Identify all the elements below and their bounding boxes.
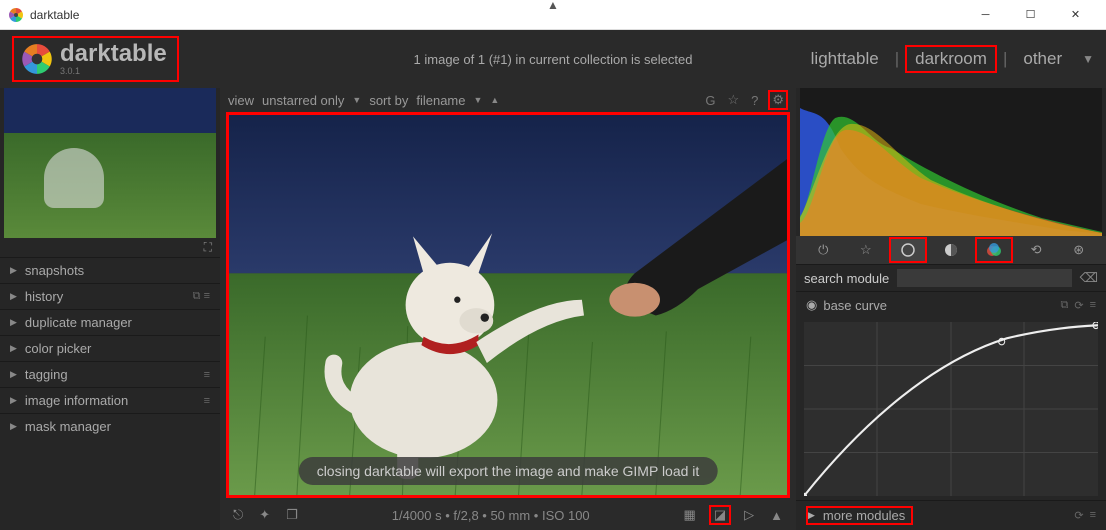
main-area: ⛶ ▶snapshots ▶history⧉ ≡ ▶duplicate mana… xyxy=(0,88,1106,530)
sort-value[interactable]: filename xyxy=(416,93,465,108)
reset-icon[interactable]: ⟳ xyxy=(1074,299,1083,312)
app-header: darktable 3.0.1 1 image of 1 (#1) in cur… xyxy=(0,30,1106,88)
panel-snapshots[interactable]: ▶snapshots xyxy=(0,257,220,283)
dropdown-icon[interactable]: ▼ xyxy=(473,95,482,105)
panel-image-information[interactable]: ▶image information≡ xyxy=(0,387,220,413)
window-close-button[interactable]: ✕ xyxy=(1053,0,1098,29)
view-lighttable[interactable]: lighttable xyxy=(801,45,889,73)
softproof-icon[interactable]: ▷ xyxy=(741,507,757,523)
panel-color-picker[interactable]: ▶color picker xyxy=(0,335,220,361)
tab-active-modules-icon[interactable]: ⏻ xyxy=(805,238,841,262)
module-name: base curve xyxy=(823,298,887,313)
base-curve-graph[interactable] xyxy=(804,322,1098,496)
quick-access-icon[interactable]: ⎋ xyxy=(230,507,246,523)
group-toggle[interactable]: G xyxy=(703,93,717,108)
app-icon xyxy=(8,7,24,23)
tab-tone-icon[interactable] xyxy=(933,238,969,262)
view-switcher: lighttable | darkroom | other ▼ xyxy=(801,45,1094,73)
view-darkroom[interactable]: darkroom xyxy=(905,45,997,73)
app-logo: darktable 3.0.1 xyxy=(12,36,179,82)
window-title: darktable xyxy=(30,8,963,22)
view-dropdown-icon[interactable]: ▼ xyxy=(1082,52,1094,66)
reset-icon[interactable]: ⟳ xyxy=(1074,509,1083,522)
fullscreen-icon[interactable]: ⛶ xyxy=(0,238,220,257)
panel-label: mask manager xyxy=(25,419,111,434)
panel-duplicate-manager[interactable]: ▶duplicate manager xyxy=(0,309,220,335)
left-panel: ⛶ ▶snapshots ▶history⧉ ≡ ▶duplicate mana… xyxy=(0,88,220,530)
presets-icon[interactable]: ≡ xyxy=(1090,299,1096,312)
search-label: search module xyxy=(804,271,889,286)
multi-instance-icon[interactable]: ⧉ xyxy=(1061,299,1069,312)
app-body: ▲ darktable 3.0.1 1 image of 1 (#1) in c xyxy=(0,30,1106,530)
view-separator: | xyxy=(893,49,901,69)
dropdown-icon[interactable]: ▼ xyxy=(352,95,361,105)
panel-tagging[interactable]: ▶tagging≡ xyxy=(0,361,220,387)
module-search-row: search module ⌫ xyxy=(796,264,1106,291)
logo-wheel-icon xyxy=(20,42,54,76)
view-filter-label: view xyxy=(228,93,254,108)
histogram[interactable] xyxy=(800,88,1102,236)
sort-direction-icon[interactable]: ▲ xyxy=(490,95,499,105)
tab-effect-icon[interactable]: ⊛ xyxy=(1061,238,1097,262)
module-base-curve[interactable]: ◉ base curve ⧉ ⟳ ≡ xyxy=(796,291,1106,318)
module-power-icon[interactable]: ◉ xyxy=(806,297,817,313)
panel-label: history xyxy=(25,289,63,304)
panel-label: image information xyxy=(25,393,128,408)
second-window-icon[interactable]: ❐ xyxy=(283,507,301,523)
tab-favorites-icon[interactable]: ☆ xyxy=(848,238,884,262)
panel-history[interactable]: ▶history⧉ ≡ xyxy=(0,283,220,309)
toast-message: closing darktable will export the image … xyxy=(299,457,718,485)
more-modules-label: more modules xyxy=(823,508,905,523)
view-other[interactable]: other xyxy=(1013,45,1072,73)
navigation-thumbnail[interactable] xyxy=(4,88,216,238)
star-filter-icon[interactable]: ☆ xyxy=(725,92,741,108)
logo-version: 3.0.1 xyxy=(60,66,167,76)
clear-search-icon[interactable]: ⌫ xyxy=(1080,270,1098,286)
top-collapse-arrow-icon[interactable]: ▲ xyxy=(547,0,559,12)
more-modules-row[interactable]: ▶ more modules ⟳ ≡ xyxy=(796,500,1106,530)
styles-icon[interactable]: ✦ xyxy=(256,507,273,523)
module-search-input[interactable] xyxy=(897,269,1071,287)
panel-mask-manager[interactable]: ▶mask manager xyxy=(0,413,220,439)
panel-label: duplicate manager xyxy=(25,315,132,330)
logo-text: darktable xyxy=(60,40,167,67)
sort-label: sort by xyxy=(369,93,408,108)
panel-label: color picker xyxy=(25,341,91,356)
raw-overexposed-icon[interactable]: ▦ xyxy=(681,507,699,523)
preferences-gear-icon[interactable]: ⚙ xyxy=(768,90,788,110)
image-canvas[interactable]: closing darktable will export the image … xyxy=(226,112,790,498)
bottom-toolbar: ⎋ ✦ ❐ 1/4000 s • f/2,8 • 50 mm • ISO 100… xyxy=(220,500,796,530)
tab-basic-icon[interactable] xyxy=(890,238,926,262)
module-group-tabs: ⏻ ☆ ⟲ ⊛ xyxy=(796,236,1106,264)
panel-label: snapshots xyxy=(25,263,84,278)
view-separator: | xyxy=(1001,49,1009,69)
center-panel: view unstarred only ▼ sort by filename ▼… xyxy=(220,88,796,530)
presets-icon[interactable]: ≡ xyxy=(1090,509,1096,522)
view-filter-value[interactable]: unstarred only xyxy=(262,93,344,108)
overexposed-indicator-icon[interactable]: ◪ xyxy=(709,505,731,525)
image-exif: 1/4000 s • f/2,8 • 50 mm • ISO 100 xyxy=(392,508,590,523)
help-icon[interactable]: ? xyxy=(749,93,760,108)
collection-status: 1 image of 1 (#1) in current collection … xyxy=(414,52,693,67)
panel-label: tagging xyxy=(25,367,68,382)
left-module-list: ▶snapshots ▶history⧉ ≡ ▶duplicate manage… xyxy=(0,257,220,530)
right-panel: ⏻ ☆ ⟲ ⊛ search module ⌫ ◉ base curve ⧉ ⟳ xyxy=(796,88,1106,530)
filter-toolbar: view unstarred only ▼ sort by filename ▼… xyxy=(220,88,796,112)
tab-color-icon[interactable] xyxy=(976,238,1012,262)
window-maximize-button[interactable]: ☐ xyxy=(1008,0,1053,29)
tab-correction-icon[interactable]: ⟲ xyxy=(1018,238,1054,262)
gamut-check-icon[interactable]: ▲ xyxy=(767,508,786,523)
window-minimize-button[interactable]: ─ xyxy=(963,0,1008,29)
